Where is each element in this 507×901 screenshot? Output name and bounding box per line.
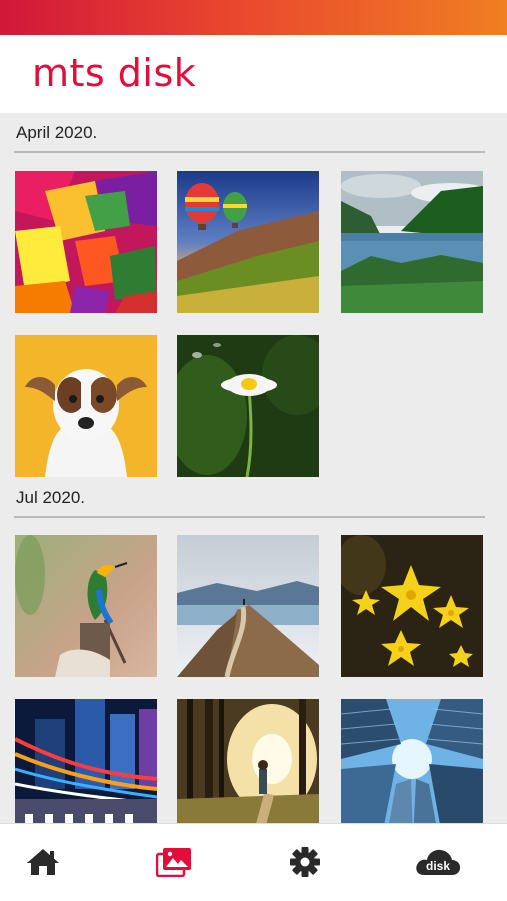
app-logo: mts disk [32, 51, 197, 95]
nav-disk[interactable]: disk [412, 840, 464, 884]
photo-forest-walk[interactable] [177, 699, 319, 823]
photo-hot-air-balloons[interactable] [177, 171, 319, 313]
section-title-april: April 2020. [16, 123, 98, 142]
nav-home[interactable] [21, 840, 65, 884]
photo-mountain-lake[interactable] [341, 171, 483, 313]
gallery-icon [156, 848, 191, 877]
bottom-navigation: disk [0, 823, 507, 901]
home-icon [27, 849, 59, 875]
status-bar [0, 0, 507, 35]
photo-mountain-ridge-path[interactable] [177, 535, 319, 677]
photo-bird-on-stump[interactable] [15, 535, 157, 677]
cloud-disk-icon: disk [416, 849, 461, 875]
app-header: mts disk [0, 35, 507, 113]
photo-autumn-leaves[interactable] [15, 171, 157, 313]
photo-yellow-flowers[interactable] [341, 535, 483, 677]
section-divider [14, 516, 485, 518]
nav-gallery[interactable] [152, 840, 196, 884]
photo-dog-portrait[interactable] [15, 335, 157, 477]
photo-skyscrapers-looking-up[interactable] [341, 699, 483, 823]
disk-label: disk [426, 859, 450, 873]
photo-daisy-flower[interactable] [177, 335, 319, 477]
photo-gallery[interactable]: April 2020. Jul 2020. [0, 113, 507, 823]
section-divider [14, 151, 485, 153]
nav-settings[interactable] [283, 840, 327, 884]
gear-icon [290, 847, 320, 877]
section-title-jul: Jul 2020. [16, 488, 85, 507]
photo-city-light-trails[interactable] [15, 699, 157, 823]
